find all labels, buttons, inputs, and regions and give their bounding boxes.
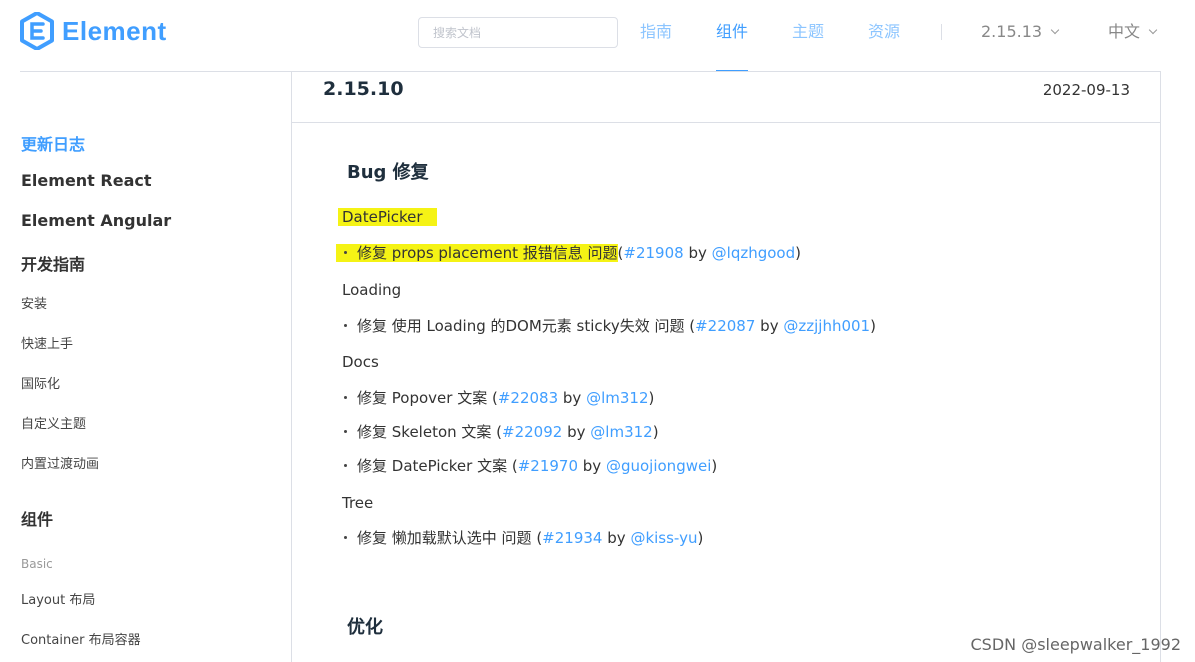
bullet-icon xyxy=(344,464,347,467)
nav-resources[interactable]: 资源 xyxy=(868,0,900,72)
highlighted-category: DatePicker xyxy=(338,208,437,226)
bullet-icon xyxy=(344,251,347,254)
bullet-icon xyxy=(344,536,347,539)
release-date: 2022-09-13 xyxy=(1042,81,1130,99)
chevron-down-icon xyxy=(1050,25,1060,35)
sidebar-group-basic: Basic xyxy=(21,557,53,571)
category-tree: Tree xyxy=(342,494,374,512)
logo-text: Element xyxy=(62,15,167,46)
list-item: 修复 props placement 报错信息 问题(#21908 by @lq… xyxy=(336,242,801,263)
list-item: 修复 使用 Loading 的DOM元素 sticky失效 问题 (#22087… xyxy=(344,315,876,336)
list-item: 修复 Popover 文案 (#22083 by @lm312) xyxy=(344,387,654,408)
pr-link[interactable]: #22083 xyxy=(498,389,558,407)
author-link[interactable]: @lm312 xyxy=(586,389,648,407)
list-item-text: 修复 DatePicker 文案 xyxy=(357,457,508,475)
sidebar-item-transitions[interactable]: 内置过渡动画 xyxy=(21,453,99,472)
changelog-content: 2.15.10 2022-09-13 Bug 修复 DatePicker 修复 … xyxy=(291,72,1161,662)
chevron-down-icon xyxy=(1148,25,1158,35)
optimization-heading: 优化 xyxy=(347,617,383,638)
list-item-text: 修复 props placement 报错信息 问题 xyxy=(357,244,618,262)
author-link[interactable]: @lm312 xyxy=(590,423,652,441)
nav-divider xyxy=(941,24,942,40)
author-link[interactable]: @lqzhgood xyxy=(712,244,795,262)
by-text: by xyxy=(567,423,586,441)
release-header: 2.15.10 2022-09-13 xyxy=(292,72,1160,123)
pr-link[interactable]: #22092 xyxy=(502,423,562,441)
search-input[interactable] xyxy=(418,17,618,48)
by-text: by xyxy=(688,244,707,262)
by-text: by xyxy=(582,457,602,475)
pr-link[interactable]: #21934 xyxy=(542,529,602,547)
category-loading: Loading xyxy=(342,281,402,299)
list-item-text: 修复 使用 Loading 的DOM元素 sticky失效 问题 xyxy=(357,317,685,335)
author-link[interactable]: @guojiongwei xyxy=(606,457,711,475)
bugfix-heading: Bug 修复 xyxy=(347,162,429,183)
element-logo-icon xyxy=(20,12,54,50)
sidebar-item-changelog[interactable]: 更新日志 xyxy=(21,131,85,155)
nav-theme[interactable]: 主题 xyxy=(792,0,824,72)
nav-components[interactable]: 组件 xyxy=(716,0,749,72)
top-header: Element 指南 组件 主题 资源 2.15.13 中文 xyxy=(0,0,1195,72)
pr-link[interactable]: #22087 xyxy=(695,317,755,335)
nav-guide[interactable]: 指南 xyxy=(640,0,672,72)
language-dropdown[interactable]: 中文 xyxy=(1108,0,1158,64)
release-version: 2.15.10 xyxy=(323,78,404,100)
by-text: by xyxy=(760,317,779,335)
list-item-text: 修复 Popover 文案 xyxy=(357,389,488,407)
sidebar-item-i18n[interactable]: 国际化 xyxy=(21,373,60,392)
bullet-icon xyxy=(344,324,347,327)
version-dropdown-label: 2.15.13 xyxy=(981,22,1043,41)
list-item-text: 修复 懒加载默认选中 问题 xyxy=(357,529,532,547)
element-logo[interactable]: Element xyxy=(20,12,167,50)
category-docs: Docs xyxy=(342,353,379,371)
sidebar-item-element-react[interactable]: Element React xyxy=(21,171,152,190)
bullet-icon xyxy=(344,430,347,433)
sidebar: 更新日志 Element React Element Angular 开发指南 … xyxy=(0,72,290,662)
language-dropdown-label: 中文 xyxy=(1108,22,1141,41)
highlighted-text: 修复 props placement 报错信息 问题 xyxy=(336,244,618,262)
pr-link[interactable]: #21970 xyxy=(518,457,578,475)
author-link[interactable]: @kiss-yu xyxy=(630,529,697,547)
sidebar-item-layout[interactable]: Layout 布局 xyxy=(21,589,95,608)
sidebar-item-element-angular[interactable]: Element Angular xyxy=(21,211,171,230)
bullet-icon xyxy=(344,396,347,399)
sidebar-item-install[interactable]: 安装 xyxy=(21,293,47,312)
by-text: by xyxy=(562,389,582,407)
sidebar-item-container[interactable]: Container 布局容器 xyxy=(21,629,141,648)
list-item: 修复 Skeleton 文案 (#22092 by @lm312) xyxy=(344,421,659,442)
category-datepicker: DatePicker xyxy=(338,208,437,226)
version-dropdown[interactable]: 2.15.13 xyxy=(981,0,1060,64)
pr-link[interactable]: #21908 xyxy=(623,244,683,262)
by-text: by xyxy=(607,529,626,547)
list-item: 修复 DatePicker 文案 (#21970 by @guojiongwei… xyxy=(344,455,717,476)
list-item: 修复 懒加载默认选中 问题 (#21934 by @kiss-yu) xyxy=(344,527,703,548)
sidebar-heading-components: 组件 xyxy=(21,510,54,529)
list-item-text: 修复 Skeleton 文案 xyxy=(357,423,492,441)
sidebar-heading-dev-guide: 开发指南 xyxy=(21,255,86,274)
author-link[interactable]: @zzjjhh001 xyxy=(783,317,870,335)
watermark: CSDN @sleepwalker_1992 xyxy=(970,635,1182,654)
sidebar-item-custom-theme[interactable]: 自定义主题 xyxy=(21,413,86,432)
sidebar-item-quickstart[interactable]: 快速上手 xyxy=(21,333,73,352)
